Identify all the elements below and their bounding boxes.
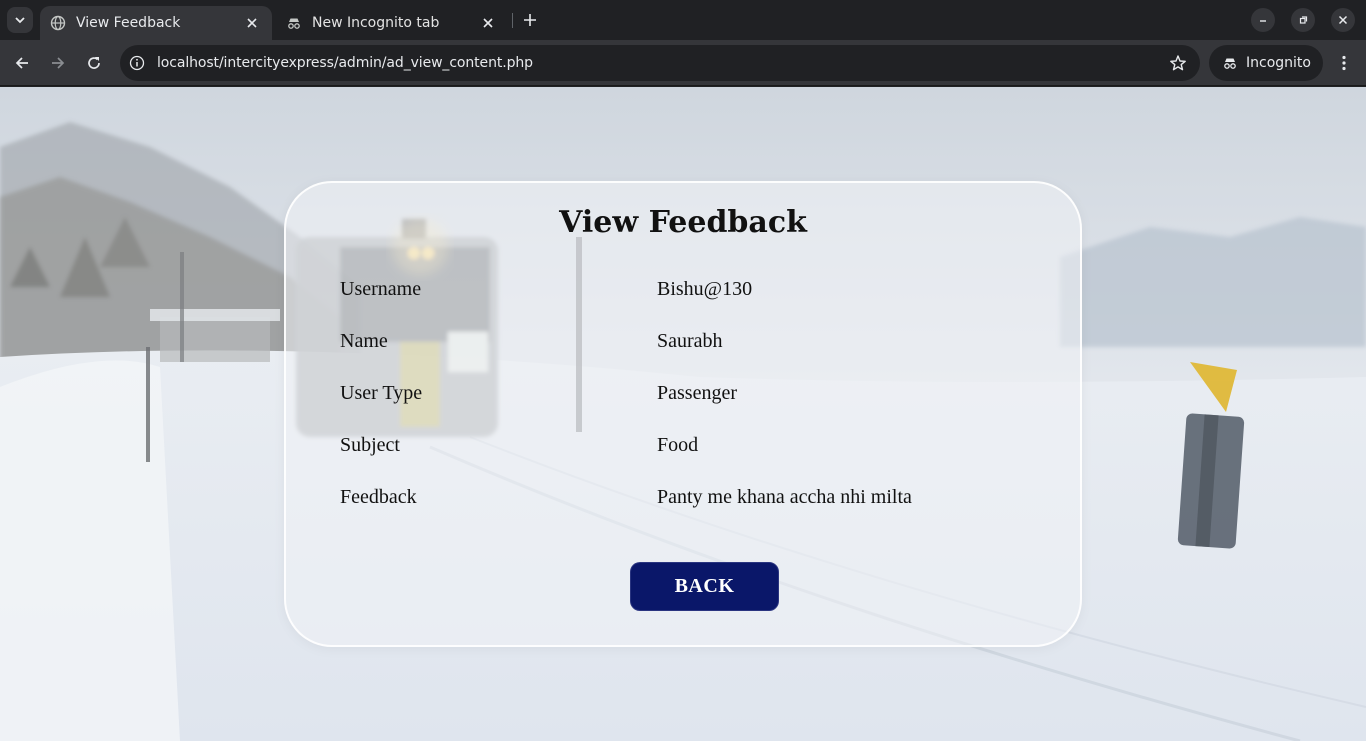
field-row-name: Name Saurabh [340, 330, 1040, 360]
field-label: User Type [340, 382, 423, 404]
close-tab-icon[interactable] [242, 13, 262, 33]
field-label: Feedback [340, 486, 417, 508]
browser-menu-button[interactable] [1332, 49, 1356, 77]
minimize-icon [1260, 20, 1266, 22]
new-tab-button[interactable] [518, 8, 542, 32]
maximize-button[interactable] [1291, 8, 1315, 32]
field-value: Bishu@130 [657, 278, 753, 300]
tab-separator [512, 13, 513, 28]
back-nav-button[interactable] [8, 49, 36, 77]
page-title: View Feedback [559, 205, 807, 240]
field-value: Passenger [657, 382, 737, 404]
field-row-username: Username Bishu@130 [340, 278, 1040, 308]
site-info-icon[interactable] [125, 51, 149, 75]
incognito-profile-chip[interactable]: Incognito [1209, 45, 1323, 81]
close-window-button[interactable] [1331, 8, 1355, 32]
forward-nav-button[interactable] [44, 49, 72, 77]
field-label: Username [340, 278, 422, 300]
back-button[interactable]: BACK [630, 562, 779, 611]
field-row-subject: Subject Food [340, 434, 1040, 464]
globe-icon [50, 15, 66, 31]
bookmark-star-icon[interactable] [1164, 49, 1192, 77]
close-icon [1338, 15, 1348, 25]
address-bar[interactable]: localhost/intercityexpress/admin/ad_view… [120, 45, 1200, 81]
field-row-feedback: Feedback Panty me khana accha nhi milta [340, 486, 1040, 516]
reload-icon [88, 57, 100, 69]
more-vertical-icon [1342, 55, 1346, 71]
field-label: Subject [340, 434, 400, 456]
browser-toolbar: localhost/intercityexpress/admin/ad_view… [0, 40, 1366, 86]
plus-icon [524, 14, 536, 26]
minimize-button[interactable] [1251, 8, 1275, 32]
field-label: Name [340, 330, 388, 352]
url-text[interactable]: localhost/intercityexpress/admin/ad_view… [157, 55, 1164, 71]
incognito-icon [286, 15, 302, 31]
tab-search-button[interactable] [7, 7, 33, 33]
reload-button[interactable] [80, 49, 108, 77]
page-viewport: View Feedback Username Bishu@130 Name Sa… [0, 87, 1366, 741]
feedback-card: View Feedback Username Bishu@130 Name Sa… [284, 181, 1082, 647]
tab-title: View Feedback [76, 15, 181, 31]
field-row-user-type: User Type Passenger [340, 382, 1040, 412]
incognito-label: Incognito [1246, 55, 1311, 71]
chevron-down-icon [15, 17, 25, 24]
tab-title: New Incognito tab [312, 15, 440, 31]
incognito-icon [1221, 54, 1239, 72]
tab-new-incognito[interactable]: New Incognito tab [276, 6, 508, 40]
arrow-left-icon [15, 57, 28, 69]
field-value: Panty me khana accha nhi milta [657, 486, 912, 508]
tab-view-feedback[interactable]: View Feedback [40, 6, 272, 40]
tab-strip: View Feedback New Incognito tab [0, 0, 1366, 40]
field-value: Saurabh [657, 330, 723, 352]
restore-icon [1299, 16, 1308, 24]
arrow-right-icon [52, 57, 65, 69]
field-value: Food [657, 434, 699, 456]
close-tab-icon[interactable] [478, 13, 498, 33]
